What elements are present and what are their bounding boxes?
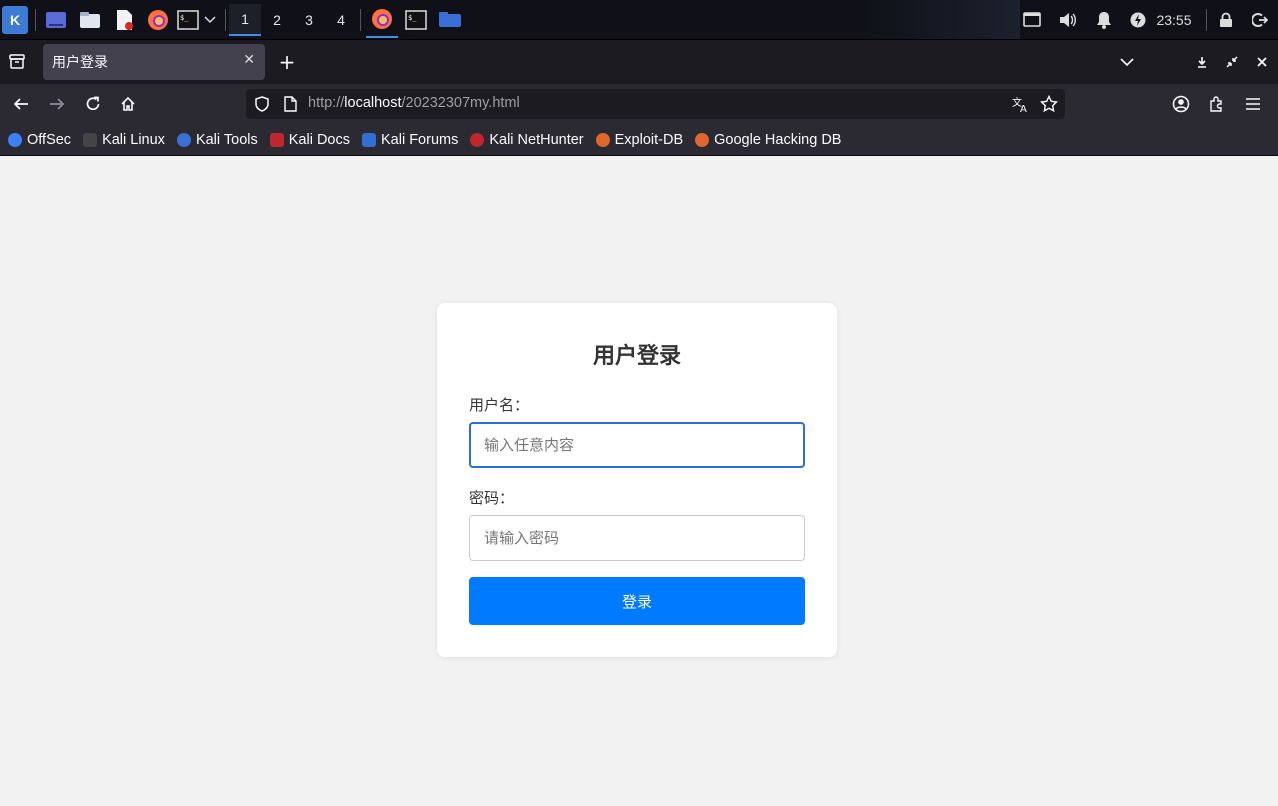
username-label: 用户名： (469, 396, 530, 414)
offsec-icon (8, 132, 22, 147)
bookmarks-toolbar: OffSec Kali Linux Kali Tools Kali Docs K… (0, 124, 1278, 156)
password-label: 密码： (469, 489, 515, 507)
url-text[interactable]: http://localhost/20232307my.html (308, 95, 520, 111)
account-icon[interactable] (1170, 93, 1192, 115)
bookmark-exploit-db[interactable]: Exploit-DB (595, 131, 684, 148)
tab-title: 用户登录 (52, 55, 108, 71)
firefox-window-button[interactable] (366, 2, 398, 38)
list-tabs-chevron-icon[interactable] (1116, 52, 1138, 72)
kali-tools-icon (176, 132, 191, 147)
bookmark-label: Kali Forums (380, 131, 459, 148)
clock[interactable]: 23:55 (1152, 0, 1196, 39)
kali-docs-icon (269, 132, 284, 147)
new-tab-button[interactable]: + (276, 50, 298, 74)
notification-bell-icon[interactable] (1090, 0, 1118, 39)
login-title: 用户登录 (592, 344, 681, 369)
bookmark-kali-linux[interactable]: Kali Linux (83, 132, 165, 148)
kali-menu-icon[interactable]: K (2, 6, 28, 34)
page-viewport: 用户登录 用户名： 密码： 登录 (0, 156, 1278, 804)
bookmark-kali-forums[interactable]: Kali Forums (361, 131, 459, 148)
workspace-4[interactable]: 4 (325, 4, 357, 36)
taskbar-separator (225, 9, 226, 31)
bookmark-label: Google Hacking DB (714, 131, 842, 148)
nethunter-icon (470, 132, 485, 147)
firefox-view-icon[interactable] (6, 50, 28, 72)
bookmark-google-hacking-db[interactable]: Google Hacking DB (695, 132, 841, 148)
bookmark-label: Kali Tools (195, 131, 258, 148)
bookmark-kali-tools[interactable]: Kali Tools (176, 131, 258, 148)
power-manager-icon[interactable] (1128, 0, 1148, 39)
bookmark-label: Exploit-DB (614, 131, 684, 148)
login-card: 用户登录 用户名： 密码： 登录 (437, 303, 837, 657)
bookmark-label: Kali Linux (102, 131, 165, 148)
svg-text:$_: $_ (408, 14, 417, 22)
login-button[interactable]: 登录 (469, 577, 805, 625)
taskbar-separator (360, 9, 361, 31)
desktop-icon[interactable] (44, 8, 68, 32)
close-window-icon[interactable] (1252, 52, 1272, 72)
username-input[interactable] (469, 422, 805, 468)
extensions-icon[interactable] (1206, 93, 1228, 115)
kali-forums-icon (361, 132, 376, 147)
home-icon[interactable] (117, 93, 139, 115)
firefox-icon[interactable] (146, 8, 170, 32)
system-taskbar: K $_ 1 2 3 4 $_ 23:55 (0, 0, 1278, 40)
terminal-icon[interactable]: $_ (176, 8, 200, 32)
page-info-icon[interactable] (283, 96, 297, 116)
bookmark-label: Kali NetHunter (489, 131, 584, 148)
exploit-db-icon (595, 132, 610, 147)
folder-window-button[interactable] (436, 0, 464, 39)
bookmark-label: OffSec (27, 131, 72, 148)
taskbar-separator (35, 9, 36, 31)
workspace-1[interactable]: 1 (229, 4, 261, 36)
url-path: /20232307my.html (401, 95, 520, 111)
ghdb-icon (695, 132, 710, 147)
workspace-3[interactable]: 3 (293, 4, 325, 36)
display-icon[interactable] (1018, 0, 1046, 39)
menu-hamburger-icon[interactable] (1242, 93, 1264, 115)
bookmark-star-icon[interactable] (1039, 94, 1059, 117)
svg-text:$_: $_ (180, 14, 189, 22)
translate-icon[interactable]: 文A (1012, 95, 1030, 117)
logout-icon[interactable] (1248, 0, 1272, 39)
url-bar[interactable]: http://localhost/20232307my.html 文A (246, 89, 1065, 119)
forward-arrow-icon (46, 93, 68, 115)
close-tab-icon[interactable]: ✕ (243, 52, 255, 68)
bookmark-kali-docs[interactable]: Kali Docs (269, 131, 350, 148)
restore-window-icon[interactable] (1222, 52, 1242, 72)
workspace-2[interactable]: 2 (261, 4, 293, 36)
browser-tab-bar: 用户登录 ✕ + (0, 40, 1278, 84)
shield-icon[interactable] (254, 96, 270, 116)
chevron-down-icon[interactable] (200, 8, 220, 32)
tab-active[interactable]: 用户登录 ✕ (43, 44, 265, 80)
url-scheme: http:// (308, 95, 345, 111)
wallpaper-art (860, 0, 1020, 39)
browser-nav-bar: http://localhost/20232307my.html 文A (0, 84, 1278, 124)
volume-icon[interactable] (1054, 0, 1082, 39)
minimize-window-icon[interactable] (1192, 52, 1212, 72)
bookmark-kali-nethunter[interactable]: Kali NetHunter (470, 131, 584, 148)
svg-text:A: A (1020, 104, 1027, 113)
kali-dragon-icon (83, 132, 98, 147)
password-input[interactable] (469, 515, 805, 561)
file-manager-icon[interactable] (78, 8, 102, 32)
taskbar-separator (1206, 9, 1207, 31)
url-host: localhost (344, 95, 402, 111)
reload-icon[interactable] (82, 93, 104, 115)
bookmark-label: Kali Docs (288, 131, 350, 148)
bookmark-offsec[interactable]: OffSec (8, 132, 71, 148)
lock-icon[interactable] (1214, 0, 1238, 39)
terminal-window-button[interactable]: $_ (402, 0, 430, 39)
text-editor-icon[interactable] (112, 8, 136, 32)
back-arrow-icon[interactable] (10, 93, 32, 115)
